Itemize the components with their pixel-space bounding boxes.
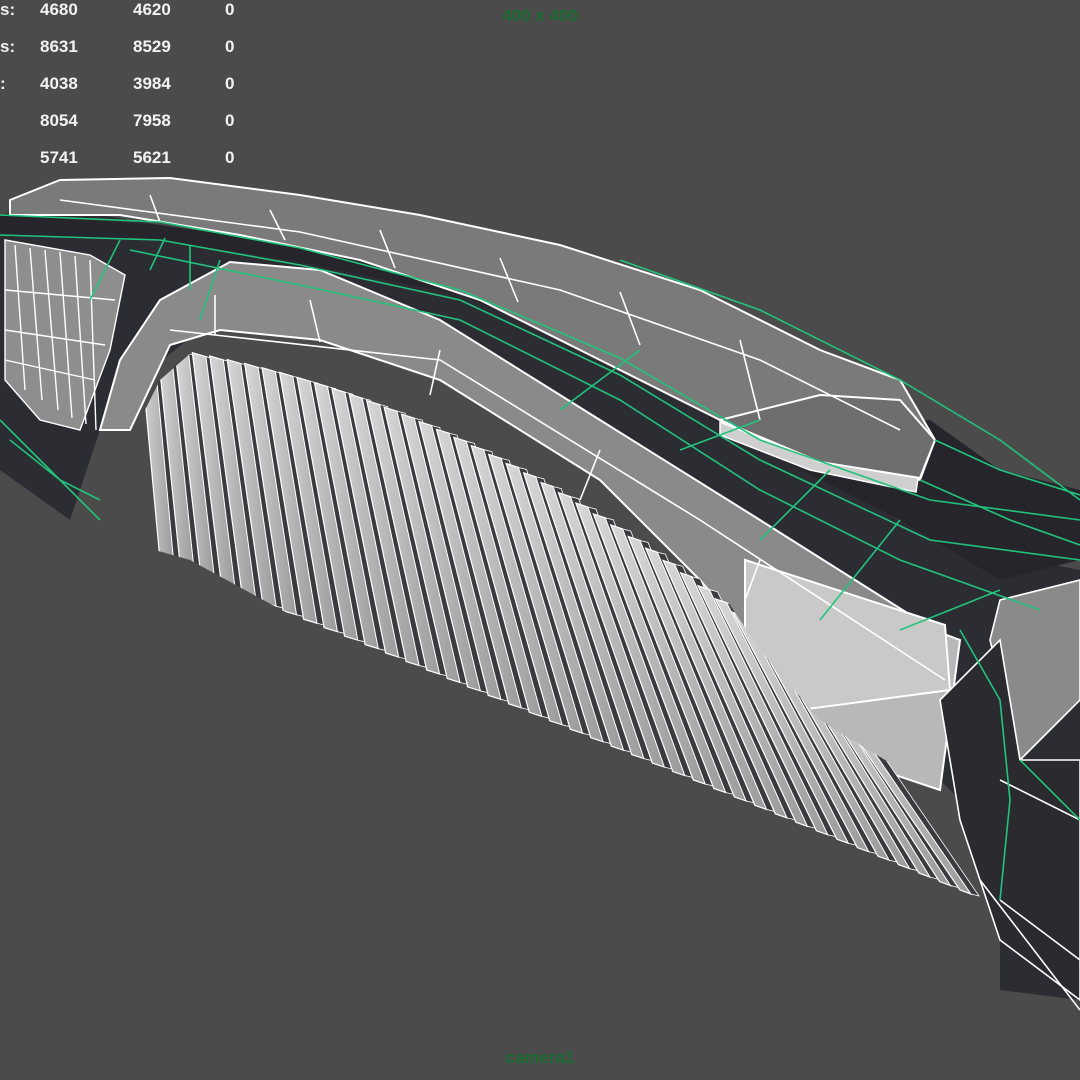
hud-value-selected: 3984	[133, 74, 171, 93]
hud-value-objects: 4038	[40, 74, 78, 93]
hud-value-objects: 8631	[40, 37, 78, 56]
hud-value-components: 0	[225, 74, 235, 93]
hud-value-components: 0	[225, 148, 235, 167]
resolution-gate-label: 400 x 400	[502, 6, 578, 25]
hud-row-label: s:	[0, 0, 14, 19]
hud-value-selected: 8529	[133, 37, 171, 56]
hud-value-objects: 5741	[40, 148, 78, 167]
hud-value-selected: 4620	[133, 0, 171, 19]
hud-value-components: 0	[225, 37, 235, 56]
hud-value-objects: 8054	[40, 111, 78, 130]
hud-row-label: :	[0, 74, 6, 93]
hud-row-vertices: s: 4680 4620 0	[0, 0, 260, 24]
hud-value-selected: 7958	[133, 111, 171, 130]
hud-row-uvs: 5741 5621 0	[0, 148, 260, 172]
hud-row-label: s:	[0, 37, 14, 56]
hud-value-components: 0	[225, 111, 235, 130]
hud-value-selected: 5621	[133, 148, 171, 167]
hud-poly-stats: s: 4680 4620 0 s: 8631 8529 0 : 4038 398…	[0, 0, 260, 175]
3d-viewport[interactable]: s: 4680 4620 0 s: 8631 8529 0 : 4038 398…	[0, 0, 1080, 1080]
hud-value-components: 0	[225, 0, 235, 19]
hud-row-faces: : 4038 3984 0	[0, 74, 260, 98]
hud-row-tris: 8054 7958 0	[0, 111, 260, 135]
hud-value-objects: 4680	[40, 0, 78, 19]
camera-name-label: camera1	[505, 1048, 575, 1067]
hud-row-edges: s: 8631 8529 0	[0, 37, 260, 61]
